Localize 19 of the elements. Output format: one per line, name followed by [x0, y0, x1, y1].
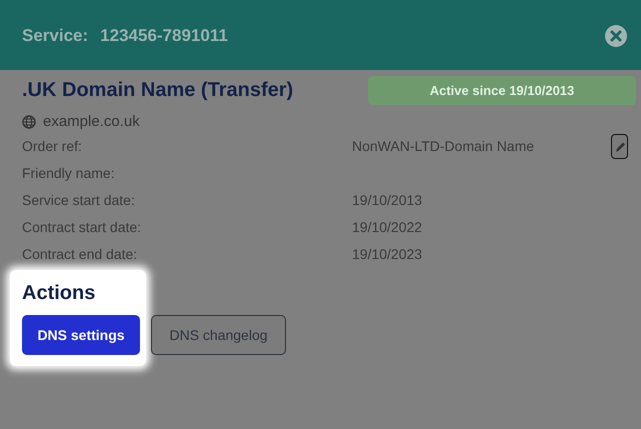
status-badge: Active since 19/10/2013	[368, 76, 636, 105]
service-id: 123456-7891011	[100, 26, 228, 46]
detail-label: Order ref:	[22, 137, 83, 156]
detail-value: NonWAN-LTD-Domain Name	[352, 137, 534, 156]
edit-icon[interactable]	[611, 134, 628, 159]
domain-name: example.co.uk	[43, 113, 140, 130]
service-label: Service:	[22, 26, 88, 46]
detail-value: 19/10/2022	[352, 218, 422, 237]
service-title: .UK Domain Name (Transfer)	[22, 79, 294, 102]
dns-settings-button[interactable]: DNS settings	[22, 315, 140, 355]
detail-label: Friendly name:	[22, 164, 116, 183]
close-icon[interactable]	[605, 25, 627, 47]
globe-icon	[22, 114, 36, 128]
detail-value: 19/10/2023	[352, 245, 422, 264]
detail-label: Contract start date:	[22, 218, 142, 237]
actions-heading: Actions	[22, 282, 96, 305]
detail-label: Service start date:	[22, 191, 136, 210]
detail-label: Contract end date:	[22, 245, 138, 264]
detail-value: 19/10/2013	[352, 191, 422, 210]
